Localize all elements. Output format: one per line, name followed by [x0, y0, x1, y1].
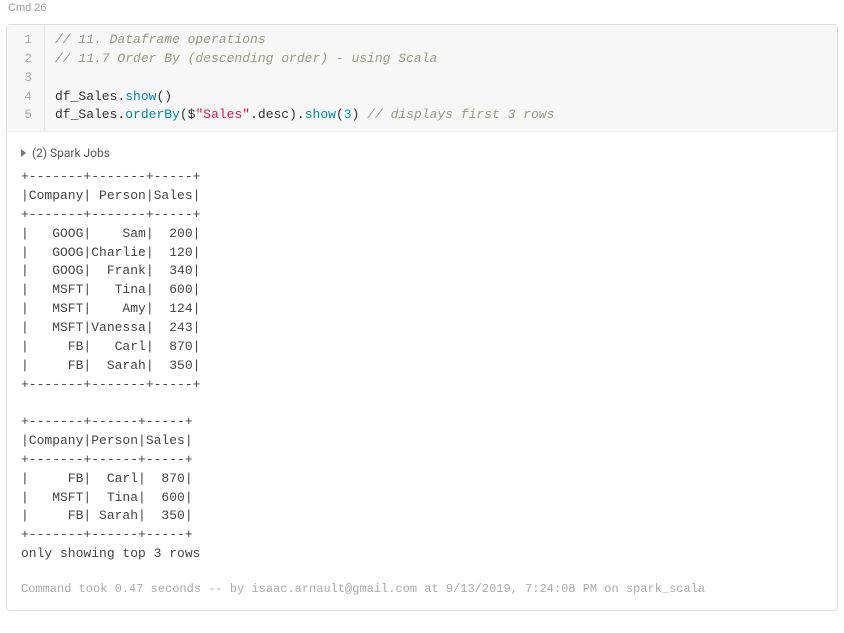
code-comment: // displays first 3 rows [367, 107, 554, 122]
line-gutter: 1 2 3 4 5 [7, 25, 45, 131]
code-comment: // 11. Dataframe operations [55, 32, 266, 47]
notebook-cell: 1 2 3 4 5 // 11. Dataframe operations //… [6, 24, 838, 611]
line-number: 2 [7, 50, 34, 69]
code-punct: . [250, 107, 258, 122]
code-method: show [125, 89, 156, 104]
command-footer: Command took 0.47 seconds -- by isaac.ar… [21, 564, 823, 596]
code-ident: desc [258, 107, 289, 122]
caret-right-icon [21, 149, 26, 157]
line-number: 5 [7, 106, 34, 125]
output-area: (2) Spark Jobs +-------+-------+-----+ |… [7, 132, 837, 610]
line-number: 1 [7, 31, 34, 50]
code-content[interactable]: // 11. Dataframe operations // 11.7 Orde… [45, 25, 837, 131]
spark-jobs-label: (2) Spark Jobs [32, 146, 110, 160]
stdout-output: +-------+-------+-----+ |Company| Person… [21, 168, 823, 564]
code-punct: ) [352, 107, 368, 122]
line-number: 3 [7, 69, 34, 88]
code-editor[interactable]: 1 2 3 4 5 // 11. Dataframe operations //… [7, 25, 837, 132]
code-ident: df_Sales [55, 89, 117, 104]
code-method: orderBy [125, 107, 180, 122]
code-punct: ). [289, 107, 305, 122]
code-comment: // 11.7 Order By (descending order) - us… [55, 51, 437, 66]
line-number: 4 [7, 88, 34, 107]
code-method: show [305, 107, 336, 122]
code-number: 3 [344, 107, 352, 122]
code-string: "Sales" [195, 107, 250, 122]
code-punct: ( [336, 107, 344, 122]
code-ident: df_Sales [55, 107, 117, 122]
code-punct: () [156, 89, 172, 104]
code-punct: ( [180, 107, 188, 122]
cell-header: Cmd 26 [0, 0, 844, 18]
spark-jobs-toggle[interactable]: (2) Spark Jobs [21, 140, 823, 168]
